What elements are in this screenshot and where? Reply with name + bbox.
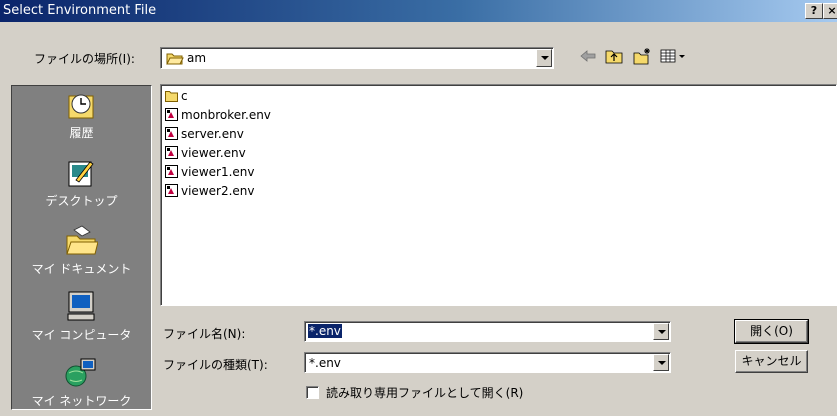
list-item[interactable]: c [165, 88, 188, 104]
look-in-combo[interactable]: am [160, 47, 554, 69]
list-item[interactable]: server.env [165, 126, 244, 142]
file-icon [165, 108, 178, 121]
list-item[interactable]: viewer1.env [165, 164, 255, 180]
filename-input[interactable]: *.env [308, 324, 342, 338]
filetype-dropdown-button[interactable] [653, 354, 669, 371]
place-label: マイ コンピュータ [31, 328, 132, 342]
open-button[interactable]: 開く(O) [734, 319, 809, 344]
file-list[interactable]: c monbroker.env server.env viewer.env vi… [160, 84, 837, 306]
file-icon [165, 146, 178, 159]
cancel-button[interactable]: キャンセル [735, 350, 808, 373]
file-icon [165, 165, 178, 178]
place-label: マイ ネットワーク [31, 394, 132, 408]
my-computer-icon [67, 291, 95, 321]
filename-label: ファイル名(N): [163, 327, 246, 341]
places-bar: 履歴 デスクトップ マイ ドキュメント マイ コンピュータ マイ ネットワーク [11, 85, 152, 410]
filetype-combo[interactable]: *.env [304, 352, 671, 373]
window-title: Select Environment File [3, 3, 157, 18]
close-button[interactable]: × [823, 3, 837, 19]
folder-icon [165, 91, 178, 102]
place-label: デスクトップ [45, 194, 118, 208]
list-item[interactable]: viewer.env [165, 145, 246, 161]
desktop-icon [68, 161, 94, 187]
folder-open-icon [166, 53, 184, 65]
list-item[interactable]: monbroker.env [165, 107, 271, 123]
place-label: 履歴 [69, 126, 94, 140]
up-folder-icon[interactable] [604, 47, 624, 65]
view-menu-icon[interactable] [659, 47, 689, 65]
place-label: マイ ドキュメント [31, 262, 132, 276]
help-button[interactable]: ? [805, 3, 823, 19]
filetype-value: *.env [309, 356, 341, 370]
filetype-label: ファイルの種類(T): [163, 358, 268, 372]
filename-combo[interactable]: *.env [304, 321, 671, 342]
back-arrow-icon[interactable] [578, 47, 598, 65]
readonly-checkbox[interactable] [306, 386, 319, 399]
readonly-label: 読み取り専用ファイルとして開く(R) [326, 386, 524, 400]
list-item[interactable]: viewer2.env [165, 183, 255, 199]
title-bar: Select Environment File [0, 0, 837, 22]
look-in-label: ファイルの場所(I): [34, 52, 135, 66]
history-icon [68, 94, 94, 119]
my-network-icon [65, 358, 96, 387]
file-icon [165, 127, 178, 140]
look-in-value: am [187, 51, 207, 65]
my-documents-icon [66, 225, 98, 255]
file-icon [165, 184, 178, 197]
new-folder-icon[interactable] [632, 47, 652, 65]
filename-dropdown-button[interactable] [653, 323, 669, 340]
look-in-dropdown-button[interactable] [536, 49, 552, 67]
